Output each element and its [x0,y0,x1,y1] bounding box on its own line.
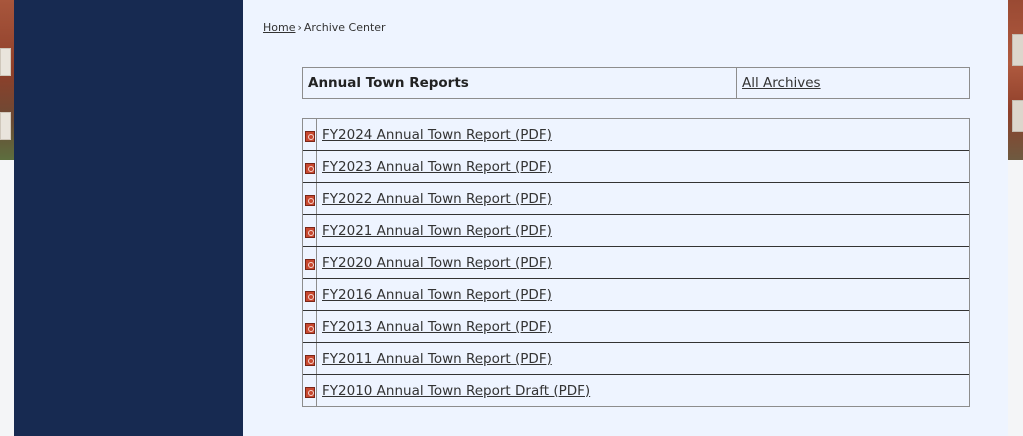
list-item: FY2024 Annual Town Report (PDF) [303,119,969,151]
report-link[interactable]: FY2022 Annual Town Report (PDF) [322,191,552,207]
report-link[interactable]: FY2016 Annual Town Report (PDF) [322,287,552,303]
breadcrumb-separator: › [297,21,302,34]
breadcrumb: Home › Archive Center [263,21,386,34]
report-link[interactable]: FY2011 Annual Town Report (PDF) [322,351,552,367]
window-decoration [1012,100,1023,132]
link-cell: FY2024 Annual Town Report (PDF) [317,127,552,143]
page-gutter-left [0,160,14,436]
pdf-icon [304,322,315,334]
link-cell: FY2020 Annual Town Report (PDF) [317,255,552,271]
report-link[interactable]: FY2024 Annual Town Report (PDF) [322,127,552,143]
icon-cell [303,375,317,406]
icon-cell [303,151,317,182]
link-cell: FY2022 Annual Town Report (PDF) [317,191,552,207]
window-decoration [1012,34,1023,66]
icon-cell [303,247,317,278]
icon-cell [303,119,317,150]
report-link[interactable]: FY2021 Annual Town Report (PDF) [322,223,552,239]
archive-list: FY2024 Annual Town Report (PDF) FY2023 An… [302,118,970,407]
link-cell: FY2016 Annual Town Report (PDF) [317,287,552,303]
sidebar [14,0,243,436]
list-item: FY2020 Annual Town Report (PDF) [303,247,969,279]
breadcrumb-home-link[interactable]: Home [263,21,295,34]
page: Home › Archive Center Annual Town Reports … [0,0,1023,436]
building-photo-left [0,0,14,160]
all-archives-link[interactable]: All Archives [742,75,821,91]
link-cell: FY2010 Annual Town Report Draft (PDF) [317,383,590,399]
list-item: FY2016 Annual Town Report (PDF) [303,279,969,311]
icon-cell [303,215,317,246]
pdf-icon [304,354,315,366]
pdf-icon [304,258,315,270]
report-link[interactable]: FY2013 Annual Town Report (PDF) [322,319,552,335]
window-decoration [0,112,11,140]
list-item: FY2013 Annual Town Report (PDF) [303,311,969,343]
link-cell: FY2021 Annual Town Report (PDF) [317,223,552,239]
archive-header: Annual Town Reports All Archives [302,67,970,99]
breadcrumb-current: Archive Center [303,21,386,34]
building-photo-right [1008,0,1023,160]
report-link[interactable]: FY2023 Annual Town Report (PDF) [322,159,552,175]
list-item: FY2023 Annual Town Report (PDF) [303,151,969,183]
list-item: FY2021 Annual Town Report (PDF) [303,215,969,247]
window-decoration [0,48,11,76]
icon-cell [303,183,317,214]
list-item: FY2022 Annual Town Report (PDF) [303,183,969,215]
pdf-icon [304,290,315,302]
report-link[interactable]: FY2020 Annual Town Report (PDF) [322,255,552,271]
pdf-icon [304,130,315,142]
pdf-icon [304,226,315,238]
list-item: FY2011 Annual Town Report (PDF) [303,343,969,375]
archive-title: Annual Town Reports [303,68,737,98]
report-link[interactable]: FY2010 Annual Town Report Draft (PDF) [322,383,590,399]
pdf-icon [304,162,315,174]
link-cell: FY2023 Annual Town Report (PDF) [317,159,552,175]
icon-cell [303,343,317,374]
icon-cell [303,311,317,342]
link-cell: FY2011 Annual Town Report (PDF) [317,351,552,367]
all-archives-cell: All Archives [737,68,969,98]
list-item: FY2010 Annual Town Report Draft (PDF) [303,375,969,407]
page-gutter-right [1008,160,1023,436]
pdf-icon [304,194,315,206]
pdf-icon [304,386,315,398]
icon-cell [303,279,317,310]
main-content: Home › Archive Center Annual Town Reports … [243,0,1008,436]
link-cell: FY2013 Annual Town Report (PDF) [317,319,552,335]
